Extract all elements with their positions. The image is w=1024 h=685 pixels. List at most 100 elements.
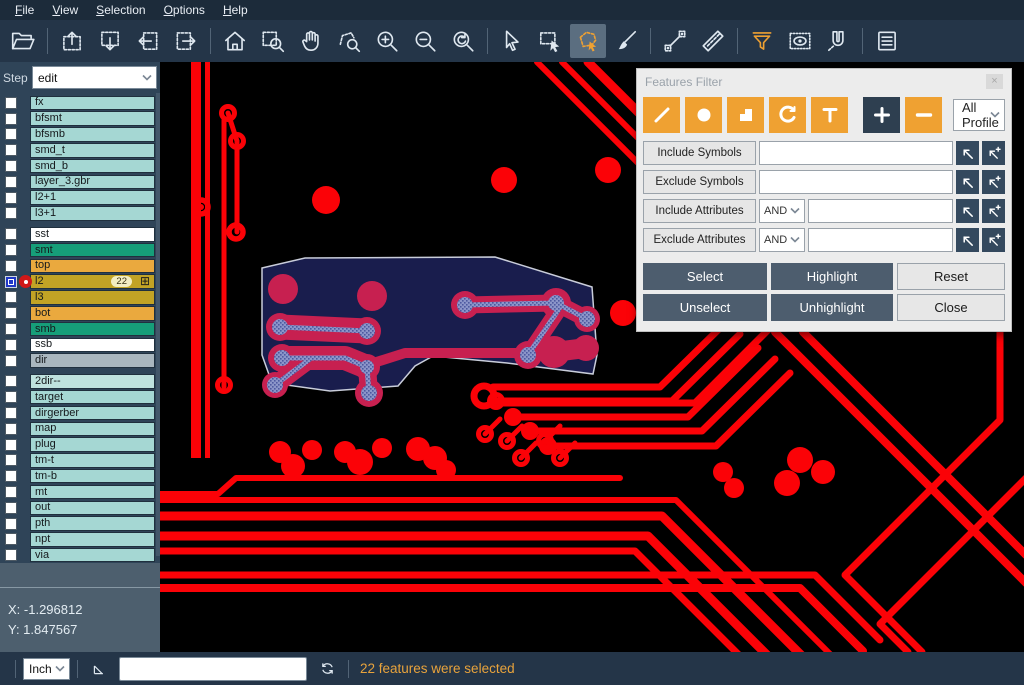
layer-checkbox[interactable] — [5, 228, 17, 240]
layer-checkbox[interactable] — [5, 439, 17, 451]
layer-row-map[interactable]: map — [0, 421, 160, 437]
exclude-symbols-button[interactable]: Exclude Symbols — [643, 170, 756, 194]
layer-row-bfsmt[interactable]: bfsmt — [0, 111, 160, 127]
layer-checkbox[interactable] — [5, 307, 17, 319]
include-attributes-button[interactable]: Include Attributes — [643, 199, 756, 223]
layer-row-l3+1[interactable]: l3+1 — [0, 206, 160, 222]
layer-color-bar[interactable]: npt — [30, 532, 155, 547]
layer-color-bar[interactable]: layer_3.gbr — [30, 175, 155, 190]
layer-checkbox[interactable] — [5, 355, 17, 367]
layer-row-pth[interactable]: pth — [0, 516, 160, 532]
zoom-polygon-icon[interactable] — [331, 24, 367, 58]
reset-button[interactable]: Reset — [897, 263, 1005, 290]
layer-color-bar[interactable]: 2dir-- — [30, 374, 155, 389]
layer-checkbox[interactable] — [5, 323, 17, 335]
layer-row-target[interactable]: target — [0, 389, 160, 405]
layer-color-bar[interactable]: dir — [30, 353, 155, 368]
layer-row-smd_b[interactable]: smd_b — [0, 158, 160, 174]
exclude-attributes-logic-dropdown[interactable]: AND — [759, 228, 805, 252]
layer-color-bar[interactable]: sst — [30, 227, 155, 242]
layer-checkbox[interactable] — [5, 176, 17, 188]
filter-minus-icon[interactable] — [905, 97, 942, 133]
layer-checkbox[interactable] — [5, 470, 17, 482]
layer-color-bar[interactable]: smd_b — [30, 159, 155, 174]
layer-checkbox[interactable] — [5, 244, 17, 256]
include-attributes-logic-dropdown[interactable]: AND — [759, 199, 805, 223]
layer-checkbox[interactable] — [5, 291, 17, 303]
menu-item-selection[interactable]: Selection — [87, 2, 154, 18]
include-symbols-input[interactable] — [759, 141, 953, 165]
paste-down-icon[interactable] — [92, 24, 128, 58]
layer-row-bfsmb[interactable]: bfsmb — [0, 127, 160, 143]
include-attributes-input[interactable] — [808, 199, 953, 223]
layer-row-bot[interactable]: bot — [0, 305, 160, 321]
pick-arrow-add-icon[interactable] — [982, 141, 1005, 165]
layer-color-bar[interactable]: out — [30, 501, 155, 516]
angle-measure-icon[interactable] — [89, 659, 109, 679]
filter-surface-icon[interactable] — [727, 97, 764, 133]
exclude-symbols-input[interactable] — [759, 170, 953, 194]
layer-row-out[interactable]: out — [0, 500, 160, 516]
layer-row-via[interactable]: via — [0, 547, 160, 563]
layer-row-smb[interactable]: smb — [0, 321, 160, 337]
pointer-select-icon[interactable] — [494, 24, 530, 58]
layer-checkbox[interactable] — [5, 391, 17, 403]
layer-checkbox[interactable] — [5, 454, 17, 466]
layer-checkbox[interactable] — [5, 113, 17, 125]
grid-icon[interactable]: ⊞ — [140, 274, 150, 288]
command-input[interactable] — [119, 657, 307, 681]
layer-color-bar[interactable]: l2+1 — [30, 190, 155, 205]
layer-color-bar[interactable]: map — [30, 422, 155, 437]
polygon-select-icon[interactable] — [570, 24, 606, 58]
layer-row-tm-t[interactable]: tm-t — [0, 453, 160, 469]
exclude-attributes-input[interactable] — [808, 228, 953, 252]
menu-item-options[interactable]: Options — [155, 2, 214, 18]
rectangle-select-icon[interactable] — [532, 24, 568, 58]
layer-checkbox[interactable] — [5, 160, 17, 172]
pan-hand-icon[interactable] — [293, 24, 329, 58]
layer-row-l2[interactable]: l222⊞ — [0, 274, 160, 290]
layer-row-l2+1[interactable]: l2+1 — [0, 190, 160, 206]
filter-line-icon[interactable] — [643, 97, 680, 133]
pick-arrow-add-icon[interactable] — [982, 228, 1005, 252]
layer-color-bar[interactable]: tm-t — [30, 453, 155, 468]
layer-checkbox[interactable] — [5, 144, 17, 156]
include-symbols-button[interactable]: Include Symbols — [643, 141, 756, 165]
layer-color-bar[interactable]: l3 — [30, 290, 155, 305]
dialog-titlebar[interactable]: Features Filter × — [637, 69, 1011, 94]
layer-checkbox[interactable] — [5, 207, 17, 219]
layer-checkbox[interactable] — [5, 533, 17, 545]
layer-color-bar[interactable]: target — [30, 390, 155, 405]
layer-checkbox[interactable] — [5, 423, 17, 435]
menu-item-help[interactable]: Help — [214, 2, 257, 18]
paste-left-icon[interactable] — [130, 24, 166, 58]
close-button[interactable]: Close — [897, 294, 1005, 321]
zoom-previous-icon[interactable] — [445, 24, 481, 58]
measure-distance-icon[interactable] — [657, 24, 693, 58]
filter-plus-icon[interactable] — [863, 97, 900, 133]
layer-row-l3[interactable]: l3 — [0, 290, 160, 306]
view-eye-icon[interactable] — [782, 24, 818, 58]
close-icon[interactable]: × — [986, 74, 1003, 89]
pick-arrow-add-icon[interactable] — [982, 199, 1005, 223]
layer-color-bar[interactable]: plug — [30, 437, 155, 452]
report-list-icon[interactable] — [869, 24, 905, 58]
layer-row-ssb[interactable]: ssb — [0, 337, 160, 353]
pcb-canvas[interactable]: Features Filter × All Profile Include Sy… — [160, 62, 1024, 652]
layer-checkbox[interactable] — [5, 502, 17, 514]
layer-row-layer_3.gbr[interactable]: layer_3.gbr — [0, 174, 160, 190]
layer-row-mt[interactable]: mt — [0, 484, 160, 500]
layer-row-dirgerber[interactable]: dirgerber — [0, 405, 160, 421]
layer-row-sst[interactable]: sst — [0, 226, 160, 242]
layer-color-bar[interactable]: bfsmb — [30, 127, 155, 142]
zoom-in-icon[interactable] — [369, 24, 405, 58]
layer-checkbox[interactable] — [5, 407, 17, 419]
layer-checkbox[interactable] — [5, 339, 17, 351]
layer-row-dir[interactable]: dir — [0, 353, 160, 369]
step-dropdown[interactable]: edit — [32, 66, 157, 89]
layer-row-fx[interactable]: fx — [0, 95, 160, 111]
layer-checkbox[interactable] — [5, 518, 17, 530]
units-dropdown[interactable]: Inch — [23, 658, 70, 680]
menu-item-view[interactable]: View — [43, 2, 87, 18]
unselect-button[interactable]: Unselect — [643, 294, 767, 321]
